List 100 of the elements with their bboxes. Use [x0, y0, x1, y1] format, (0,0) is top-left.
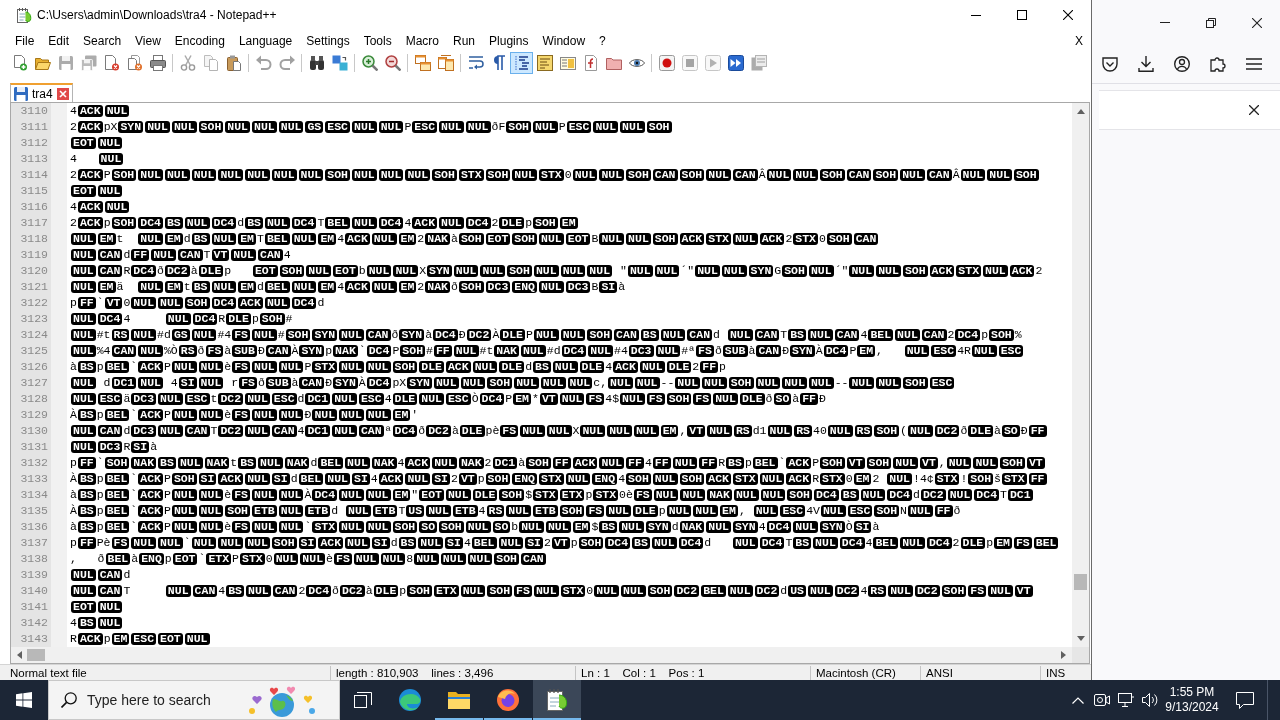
control-character: SI — [271, 473, 290, 485]
menu-item[interactable]: Edit — [41, 33, 77, 48]
horizontal-scrollbar[interactable] — [11, 647, 1072, 663]
control-character: SOH — [647, 585, 673, 597]
menu-item[interactable]: Search — [76, 33, 129, 48]
edge-icon[interactable] — [398, 688, 422, 712]
control-character: NUL — [651, 537, 677, 549]
menu-item[interactable]: Run — [446, 33, 483, 48]
up-arrow-icon[interactable] — [1076, 109, 1085, 114]
task-view-icon[interactable] — [354, 692, 372, 708]
puzzle-icon[interactable] — [1210, 56, 1226, 72]
control-character: BS — [77, 617, 96, 629]
control-character: NUL — [365, 489, 391, 501]
close-icon[interactable] — [1063, 10, 1073, 20]
control-character: DC2 — [218, 393, 244, 405]
control-character: ACK — [759, 233, 785, 245]
control-character: ACK — [218, 473, 244, 485]
restore-icon[interactable] — [1206, 17, 1216, 28]
control-character: ENQ — [512, 281, 538, 293]
control-character: SOH — [820, 169, 845, 181]
control-character: ESC — [998, 345, 1024, 357]
editor-text: à — [150, 439, 158, 455]
clock-time[interactable]: 1:55 PM — [1169, 685, 1215, 700]
line-number: 3120 — [19, 263, 48, 279]
taskbar-button[interactable] — [533, 680, 581, 720]
editor-text: d — [123, 247, 131, 263]
menu-item[interactable]: Settings — [299, 33, 357, 48]
down-arrow-icon[interactable] — [1076, 636, 1085, 641]
control-character: NUL — [983, 265, 1008, 277]
control-character: CAN — [258, 249, 283, 261]
control-character: DC3 — [628, 345, 654, 357]
control-character: FS — [1013, 537, 1032, 549]
chevron-shield-icon[interactable] — [1102, 56, 1118, 72]
firefox-icon[interactable] — [496, 688, 520, 712]
camera-icon[interactable] — [1094, 694, 1110, 706]
control-character: NUL — [782, 377, 807, 389]
editor-text: 4 — [463, 535, 471, 551]
editor-text: ` — [358, 343, 366, 359]
editor-text: 4 — [337, 231, 345, 247]
line-number: 3140 — [19, 583, 48, 599]
control-character: NUL — [278, 521, 304, 533]
menu-item[interactable]: Window — [535, 33, 593, 48]
control-character: NUL — [433, 377, 459, 389]
control-character: NUL — [97, 601, 123, 613]
close-icon[interactable] — [1249, 105, 1259, 115]
menu-item[interactable]: Plugins — [482, 33, 536, 48]
editor-text: à — [70, 359, 77, 375]
maximize-icon[interactable] — [1017, 10, 1027, 20]
control-character: SOH — [507, 265, 532, 277]
control-character: SOH — [587, 329, 613, 341]
control-character: VT — [539, 393, 558, 405]
control-character: VT — [1026, 457, 1045, 469]
network-icon[interactable] — [1118, 693, 1134, 707]
menu-icon[interactable] — [1246, 58, 1262, 70]
clock-date[interactable]: 9/13/2024 — [1165, 700, 1219, 715]
search-field[interactable]: Type here to search — [87, 689, 237, 711]
control-character: NUL — [732, 537, 758, 549]
download-icon[interactable] — [1138, 56, 1154, 72]
editor-text: p — [986, 535, 994, 551]
vertical-scrollbar[interactable] — [1072, 103, 1089, 647]
volume-icon[interactable] — [1141, 692, 1158, 708]
menu-item[interactable]: Language — [231, 33, 300, 48]
control-character: NUL — [702, 377, 727, 389]
editor-text: P — [103, 167, 111, 183]
control-character: ENQ — [512, 473, 538, 485]
close-icon[interactable] — [1252, 17, 1262, 28]
menu-item[interactable]: Macro — [398, 33, 446, 48]
document-tab[interactable]: tra4 — [10, 83, 73, 102]
notification-icon[interactable] — [1236, 691, 1254, 709]
control-character: CAN — [97, 265, 123, 277]
text-editor[interactable] — [10, 102, 1090, 664]
control-character: FS — [633, 489, 652, 501]
control-character: NUL — [171, 505, 197, 517]
control-character: ESC — [445, 393, 471, 405]
menu-item[interactable]: Tools — [356, 33, 399, 48]
menu-item[interactable]: View — [128, 33, 168, 48]
chevron-up-icon[interactable] — [1072, 696, 1084, 704]
right-arrow-icon[interactable] — [1061, 651, 1066, 659]
control-character: SOH — [458, 281, 484, 293]
control-character: EM — [660, 425, 679, 437]
scrollbar-thumb[interactable] — [27, 649, 45, 661]
editor-text: p — [477, 471, 485, 487]
minimize-icon[interactable] — [971, 14, 981, 16]
control-character: NUL — [521, 345, 546, 357]
control-character: DC4 — [974, 489, 1000, 501]
menu-item[interactable]: File — [8, 33, 42, 48]
control-character: DC1 — [1007, 489, 1033, 501]
notepad-icon[interactable] — [545, 688, 569, 712]
menu-item[interactable]: Encoding — [167, 33, 232, 48]
search-bar[interactable]: Type here to search — [48, 680, 340, 720]
account-icon[interactable] — [1174, 56, 1190, 72]
left-arrow-icon[interactable] — [17, 651, 22, 659]
control-character: NUL — [414, 553, 439, 565]
scrollbar-thumb[interactable] — [1074, 573, 1087, 590]
windows-logo-icon[interactable] — [16, 692, 32, 708]
control-character: NUL — [71, 329, 96, 341]
editor-text: 2 — [484, 455, 492, 471]
close-document-button[interactable]: X — [1073, 33, 1085, 48]
control-character: NUL — [453, 345, 479, 357]
menu-item[interactable]: ? — [592, 33, 613, 48]
